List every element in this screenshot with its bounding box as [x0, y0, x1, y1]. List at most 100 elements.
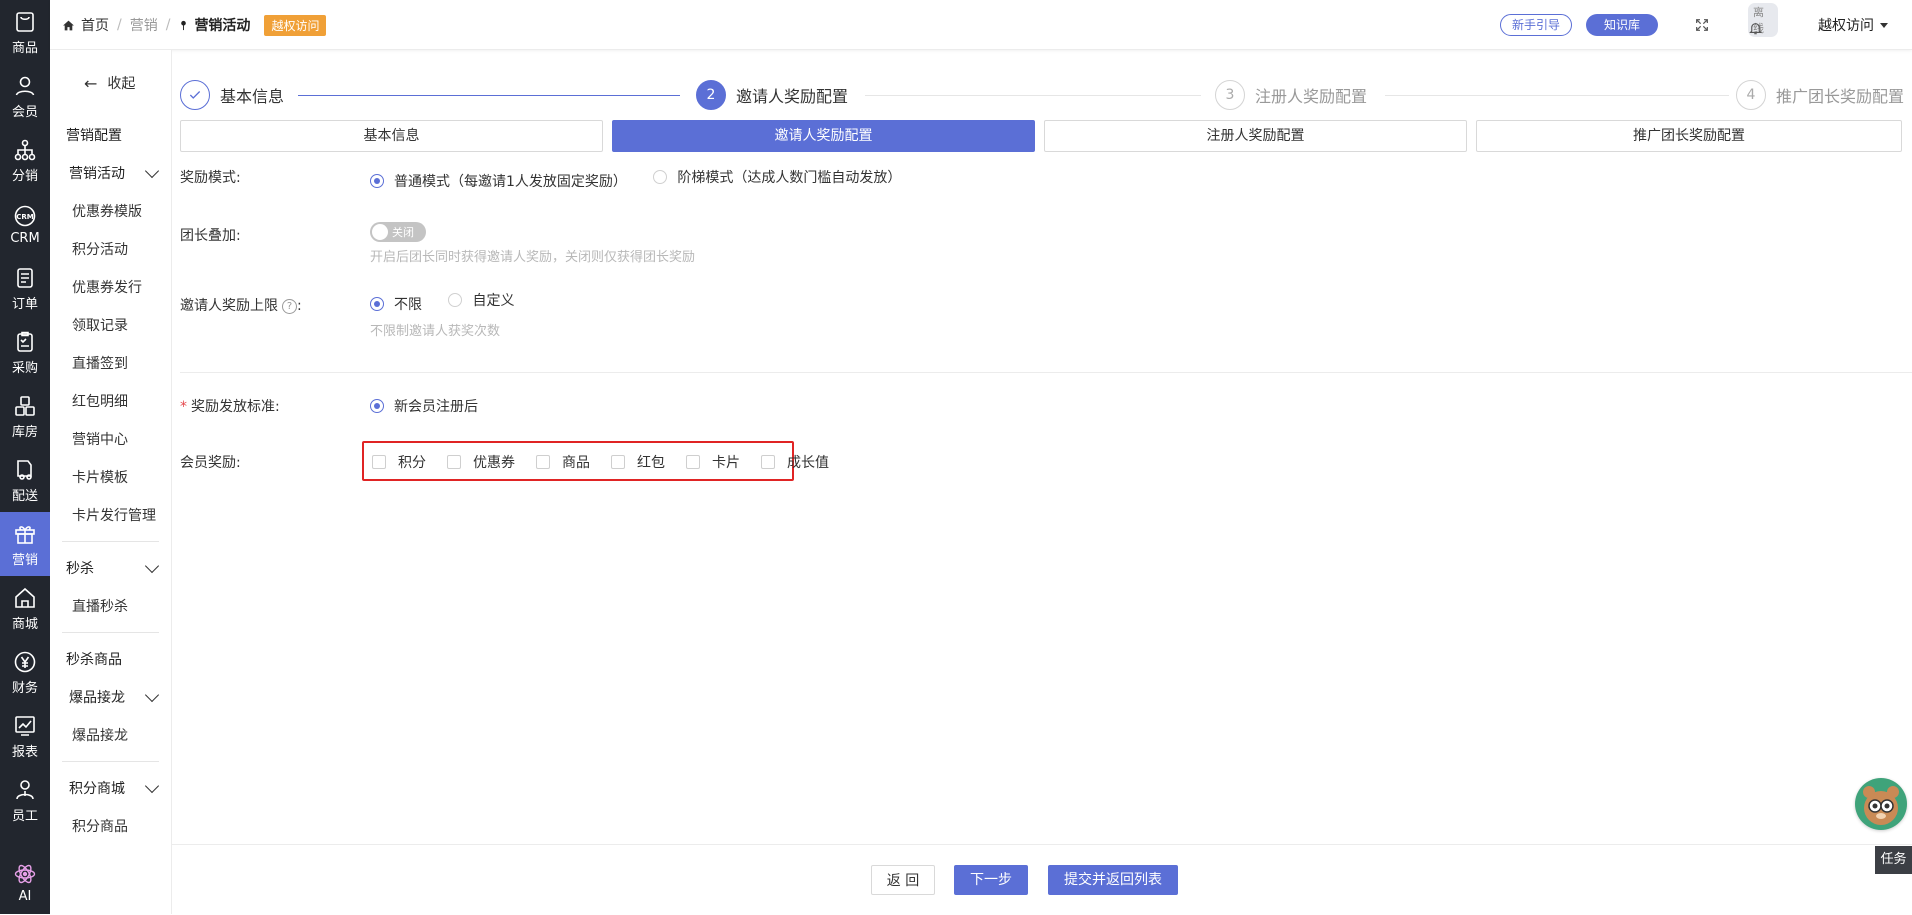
- fullscreen-icon[interactable]: [1690, 13, 1714, 37]
- sidebar-item-marketing-config[interactable]: 营销配置: [50, 116, 171, 154]
- sidebar-item-coupon-template[interactable]: 优惠券模版: [50, 192, 171, 230]
- leader-stack-toggle[interactable]: 关闭: [370, 222, 426, 242]
- breadcrumb-home[interactable]: 首页: [81, 15, 109, 35]
- sidebar-item-marketing-center[interactable]: 营销中心: [50, 420, 171, 458]
- radio-ladder-mode[interactable]: 阶梯模式（达成人数门槛自动发放）: [653, 167, 901, 187]
- collapse-button[interactable]: ← 收起: [50, 50, 171, 116]
- radio-unchecked-icon: [653, 170, 668, 184]
- main-content: 基本信息 2 邀请人奖励配置 3 注册人奖励配置 4 推广团长奖励配置 基本信息…: [172, 50, 1912, 914]
- rail-item-label: CRM: [10, 231, 40, 246]
- sidebar-group-label: 营销活动: [69, 166, 125, 182]
- tab-registrant-reward[interactable]: 注册人奖励配置: [1044, 120, 1467, 152]
- sidebar-group-label: 秒杀: [66, 561, 94, 577]
- rail-item-purchase[interactable]: 采购: [0, 320, 50, 384]
- rail-item-label: 员工: [11, 809, 38, 824]
- back-button[interactable]: 返 回: [871, 865, 935, 895]
- radio-custom[interactable]: 自定义: [448, 290, 514, 310]
- caret-down-icon: [1880, 22, 1888, 28]
- rail-ai-label: AI: [18, 889, 32, 904]
- invite-limit-text: 邀请人奖励上限: [180, 298, 278, 314]
- mascot-assistant-icon[interactable]: [1855, 778, 1907, 830]
- checkbox-coupon[interactable]: 优惠券: [447, 452, 515, 472]
- breadcrumb-marketing[interactable]: 营销: [130, 15, 158, 35]
- notification-area: 离线: [1738, 0, 1778, 50]
- rail-item-distribution[interactable]: 分销: [0, 128, 50, 192]
- question-icon[interactable]: ?: [282, 298, 297, 314]
- rail-item-label: 采购: [11, 361, 38, 376]
- breadcrumb-separator: /: [117, 17, 122, 33]
- checkbox-growth[interactable]: 成长值: [761, 452, 829, 472]
- yuan-icon: [14, 651, 36, 673]
- rail-item-marketing[interactable]: 营销: [0, 512, 50, 576]
- sidebar-item-live-checkin[interactable]: 直播签到: [50, 344, 171, 382]
- sidebar-item-seckill-goods[interactable]: 秒杀商品: [50, 640, 171, 678]
- sidebar-group-marketing-activity[interactable]: 营销活动: [50, 154, 171, 192]
- radio-new-member-register[interactable]: 新会员注册后: [370, 396, 478, 416]
- rail-item-delivery[interactable]: 配送: [0, 448, 50, 512]
- rail-item-crm[interactable]: CRM CRM: [0, 192, 50, 256]
- crm-icon: CRM: [14, 205, 36, 227]
- task-button[interactable]: 任务: [1875, 846, 1912, 874]
- checkbox-redpacket[interactable]: 红包: [611, 452, 665, 472]
- step-inviter-reward[interactable]: 2 邀请人奖励配置: [696, 78, 848, 112]
- rail-item-member[interactable]: 会员: [0, 64, 50, 128]
- config-tabs: 基本信息 邀请人奖励配置 注册人奖励配置 推广团长奖励配置: [180, 120, 1902, 152]
- step-basic-info[interactable]: 基本信息: [180, 78, 284, 112]
- sidebar-group-points-mall[interactable]: 积分商城: [50, 769, 171, 807]
- submit-return-button[interactable]: 提交并返回列表: [1048, 865, 1178, 895]
- checkbox-label: 成长值: [787, 455, 829, 471]
- step-leader-reward[interactable]: 4 推广团长奖励配置: [1736, 78, 1904, 112]
- rail-item-ai[interactable]: AI: [0, 850, 50, 914]
- invite-limit-colon: :: [297, 298, 302, 314]
- gift-icon: [15, 526, 35, 544]
- step-indicator: 基本信息 2 邀请人奖励配置 3 注册人奖励配置 4 推广团长奖励配置: [180, 78, 1904, 112]
- tab-leader-reward[interactable]: 推广团长奖励配置: [1476, 120, 1902, 152]
- bag-icon: [16, 12, 34, 32]
- rail-item-label: 分销: [11, 169, 38, 184]
- radio-unlimited[interactable]: 不限: [370, 294, 422, 314]
- tab-basic-info[interactable]: 基本信息: [180, 120, 603, 152]
- checkbox-goods[interactable]: 商品: [536, 452, 590, 472]
- sidebar-group-hot-chain[interactable]: 爆品接龙: [50, 678, 171, 716]
- sidebar-group-seckill[interactable]: 秒杀: [50, 549, 171, 587]
- sidebar-item-points-goods[interactable]: 积分商品: [50, 807, 171, 845]
- radio-checked-icon: [370, 399, 384, 413]
- sidebar-item-hot-chain[interactable]: 爆品接龙: [50, 716, 171, 754]
- step-registrant-reward[interactable]: 3 注册人奖励配置: [1215, 78, 1367, 112]
- radio-normal-mode[interactable]: 普通模式（每邀请1人发放固定奖励）: [370, 171, 627, 191]
- delivery-icon: [17, 460, 32, 480]
- sidebar-item-live-seckill[interactable]: 直播秒杀: [50, 587, 171, 625]
- bell-icon[interactable]: [1748, 20, 1763, 36]
- rail-item-finance[interactable]: 财务: [0, 640, 50, 704]
- checkbox-points[interactable]: 积分: [372, 452, 426, 472]
- tab-inviter-reward[interactable]: 邀请人奖励配置: [612, 120, 1035, 152]
- invite-limit-help: 不限制邀请人获奖次数: [370, 324, 501, 339]
- toggle-text: 关闭: [392, 226, 414, 239]
- section-divider: [180, 372, 1912, 373]
- home-icon[interactable]: [62, 19, 75, 32]
- sidebar-item-card-issue[interactable]: 卡片发行管理: [50, 496, 171, 534]
- next-step-button[interactable]: 下一步: [954, 865, 1028, 895]
- rail-item-mall[interactable]: 商城: [0, 576, 50, 640]
- sidebar-item-claim-records[interactable]: 领取记录: [50, 306, 171, 344]
- checkbox-label: 卡片: [712, 455, 740, 471]
- sidebar-item-points-activity[interactable]: 积分活动: [50, 230, 171, 268]
- sidebar-item-redpacket-detail[interactable]: 红包明细: [50, 382, 171, 420]
- checkbox-card[interactable]: 卡片: [686, 452, 740, 472]
- rail-item-order[interactable]: 订单: [0, 256, 50, 320]
- step-label: 推广团长奖励配置: [1776, 87, 1905, 106]
- rail-item-warehouse[interactable]: 库房: [0, 384, 50, 448]
- leader-stack-help: 开启后团长同时获得邀请人奖励，关闭则仅获得团长奖励: [370, 250, 696, 265]
- rail-item-report[interactable]: 报表: [0, 704, 50, 768]
- rail-item-staff[interactable]: 员工: [0, 768, 50, 832]
- rail-item-label: 会员: [11, 105, 38, 120]
- rail-item-goods[interactable]: 商品: [0, 0, 50, 64]
- guide-button[interactable]: 新手引导: [1499, 14, 1572, 36]
- staff-icon: [16, 780, 34, 800]
- sidebar-item-card-template[interactable]: 卡片模板: [50, 458, 171, 496]
- knowledge-base-button[interactable]: 知识库: [1585, 14, 1658, 36]
- chevron-down-icon: [144, 163, 160, 179]
- user-menu[interactable]: 越权访问: [1818, 15, 1888, 35]
- sidebar-item-coupon-issue[interactable]: 优惠券发行: [50, 268, 171, 306]
- reward-standard-options: 新会员注册后: [370, 396, 500, 416]
